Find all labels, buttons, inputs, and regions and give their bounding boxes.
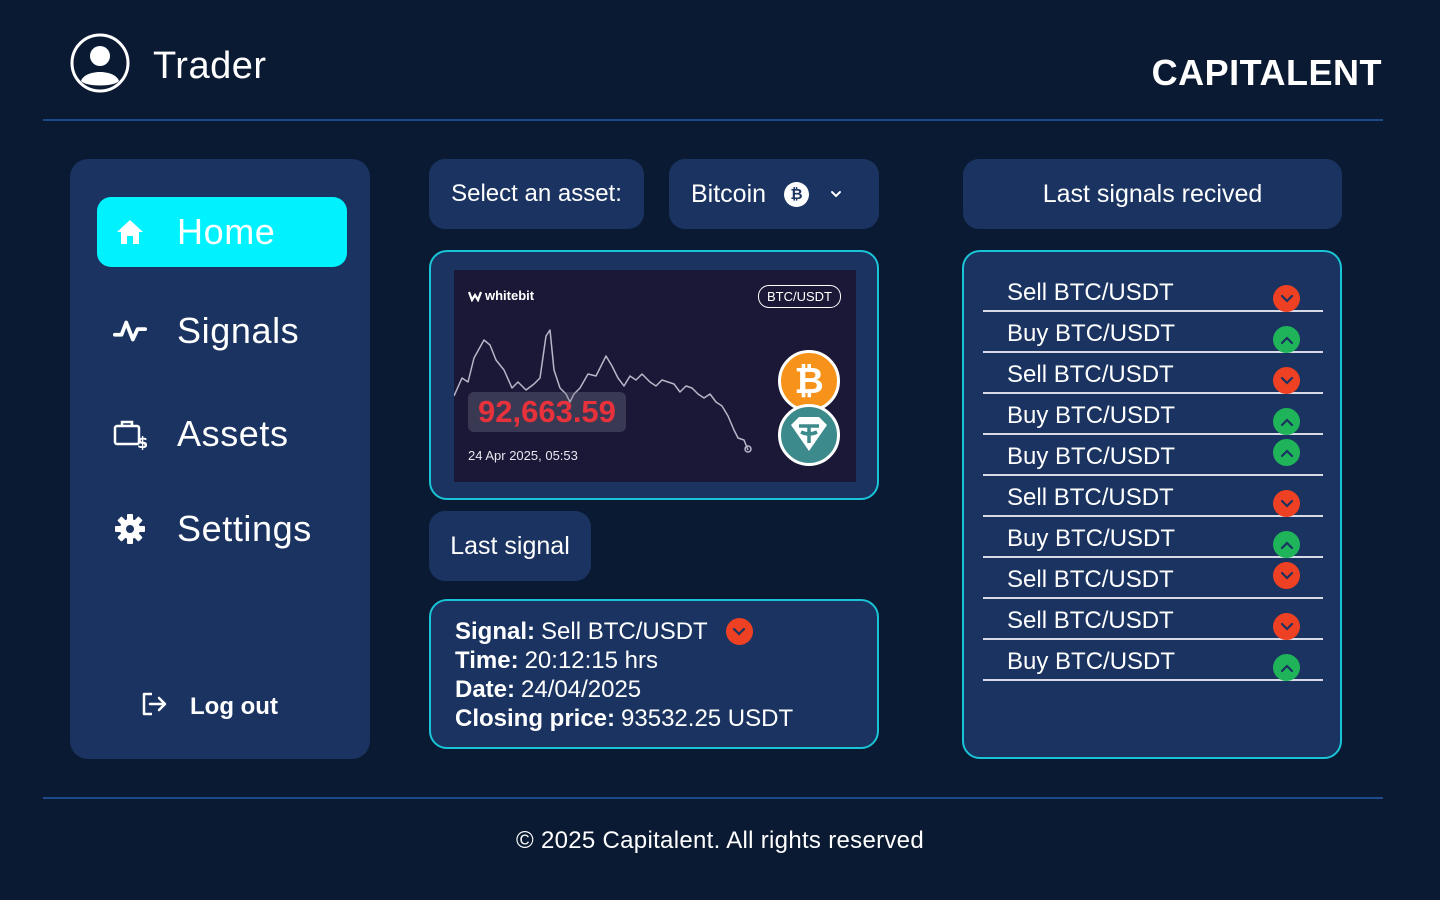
logout-label: Log out bbox=[190, 692, 278, 720]
signal-item-label: Buy BTC/USDT bbox=[1007, 443, 1176, 470]
sidebar-item-signals[interactable]: Signals bbox=[97, 296, 347, 366]
sell-arrow-icon bbox=[1273, 613, 1300, 640]
sidebar-item-label: Settings bbox=[177, 508, 312, 549]
list-item[interactable]: Buy BTC/USDT bbox=[983, 517, 1323, 558]
asset-dropdown-value: Bitcoin bbox=[691, 179, 767, 208]
asset-select-label: Select an asset: bbox=[429, 159, 644, 229]
chart-brand-text: whitebit bbox=[485, 288, 535, 303]
sidebar-item-label: Assets bbox=[177, 413, 289, 454]
price-chart: whitebit BTC/USDT 92,663.59 24 Apr 2025,… bbox=[454, 270, 856, 482]
brand-logo: CAPITALENT bbox=[1151, 52, 1382, 93]
svg-text:$: $ bbox=[137, 433, 147, 450]
price-chart-card: whitebit BTC/USDT 92,663.59 24 Apr 2025,… bbox=[429, 250, 879, 500]
signal-row: Signal: Sell BTC/USDT bbox=[455, 617, 853, 646]
home-icon bbox=[113, 215, 147, 249]
whitebit-logo: whitebit bbox=[468, 288, 534, 303]
date-label: Date: bbox=[455, 676, 516, 703]
date-value: 24/04/2025 bbox=[521, 676, 642, 703]
signals-panel-title: Last signals recived bbox=[963, 159, 1342, 229]
signal-item-label: Sell BTC/USDT bbox=[1007, 566, 1174, 593]
signal-label: Signal: bbox=[455, 618, 536, 645]
time-row: Time: 20:12:15 hrs bbox=[455, 646, 853, 675]
list-item[interactable]: Buy BTC/USDT bbox=[983, 435, 1323, 476]
list-item[interactable]: Sell BTC/USDT bbox=[983, 599, 1323, 640]
closing-price-value: 93532.25 USDT bbox=[621, 705, 794, 732]
sidebar-item-label: Signals bbox=[177, 310, 300, 351]
closing-price-label: Closing price: bbox=[455, 705, 616, 732]
sell-arrow-icon bbox=[1273, 490, 1300, 517]
briefcase-dollar-icon: $ bbox=[113, 417, 147, 451]
signal-item-label: Sell BTC/USDT bbox=[1007, 361, 1174, 388]
buy-arrow-icon bbox=[1273, 531, 1300, 558]
list-item[interactable]: Sell BTC/USDT bbox=[983, 476, 1323, 517]
list-item[interactable]: Buy BTC/USDT bbox=[983, 394, 1323, 435]
chevron-down-icon bbox=[829, 187, 843, 201]
header-divider bbox=[43, 119, 1383, 121]
bitcoin-coin-icon: ₿ bbox=[778, 350, 840, 412]
signal-item-label: Sell BTC/USDT bbox=[1007, 279, 1174, 306]
sell-arrow-icon bbox=[725, 618, 753, 645]
sidebar-item-label: Home bbox=[177, 211, 276, 252]
signal-value: Sell BTC/USDT bbox=[541, 618, 708, 645]
closing-price-row: Closing price: 93532.25 USDT bbox=[455, 704, 853, 733]
footer-divider bbox=[43, 797, 1383, 799]
chart-timestamp: 24 Apr 2025, 05:53 bbox=[468, 448, 578, 463]
buy-arrow-icon bbox=[1273, 654, 1300, 681]
sidebar-item-settings[interactable]: Settings bbox=[97, 494, 347, 564]
signals-list: Sell BTC/USDT Buy BTC/USDT Sell BTC/USDT… bbox=[962, 250, 1342, 759]
last-signal-label: Last signal bbox=[429, 511, 591, 581]
signal-item-label: Buy BTC/USDT bbox=[1007, 402, 1176, 429]
activity-icon bbox=[113, 314, 147, 348]
signal-item-label: Sell BTC/USDT bbox=[1007, 484, 1174, 511]
sell-arrow-icon bbox=[1273, 562, 1300, 589]
signal-item-label: Buy BTC/USDT bbox=[1007, 648, 1176, 675]
footer-copyright: © 2025 Capitalent. All rights reserved bbox=[516, 827, 924, 854]
pair-badge: BTC/USDT bbox=[758, 285, 841, 308]
list-item[interactable]: Sell BTC/USDT bbox=[983, 558, 1323, 599]
user-avatar-icon[interactable] bbox=[70, 33, 130, 93]
list-item[interactable]: Sell BTC/USDT bbox=[983, 353, 1323, 394]
buy-arrow-icon bbox=[1273, 326, 1300, 353]
logout-button[interactable]: Log out bbox=[140, 691, 278, 722]
list-item[interactable]: Buy BTC/USDT bbox=[983, 312, 1323, 353]
page-title: Trader bbox=[153, 45, 267, 87]
time-label: Time: bbox=[455, 647, 519, 674]
bitcoin-icon: ₿ bbox=[784, 181, 810, 207]
signal-item-label: Buy BTC/USDT bbox=[1007, 525, 1176, 552]
logout-icon bbox=[140, 691, 168, 722]
last-signal-card: Signal: Sell BTC/USDT Time: 20:12:15 hrs… bbox=[429, 599, 879, 749]
time-value: 20:12:15 hrs bbox=[524, 647, 659, 674]
list-item[interactable]: Buy BTC/USDT bbox=[983, 640, 1323, 681]
sell-arrow-icon bbox=[1273, 285, 1300, 312]
buy-arrow-icon bbox=[1273, 408, 1300, 435]
asset-dropdown[interactable]: Bitcoin ₿ bbox=[669, 159, 879, 229]
tether-coin-icon bbox=[778, 404, 840, 466]
buy-arrow-icon bbox=[1273, 439, 1300, 466]
list-item[interactable]: Sell BTC/USDT bbox=[983, 271, 1323, 312]
current-price: 92,663.59 bbox=[468, 392, 626, 432]
sidebar: Home Signals $ Assets Settings Log out bbox=[70, 159, 370, 759]
sell-arrow-icon bbox=[1273, 367, 1300, 394]
date-row: Date: 24/04/2025 bbox=[455, 675, 853, 704]
signal-item-label: Sell BTC/USDT bbox=[1007, 607, 1174, 634]
gear-icon bbox=[113, 512, 147, 546]
sidebar-item-assets[interactable]: $ Assets bbox=[97, 399, 347, 469]
signal-item-label: Buy BTC/USDT bbox=[1007, 320, 1176, 347]
sidebar-item-home[interactable]: Home bbox=[97, 197, 347, 267]
